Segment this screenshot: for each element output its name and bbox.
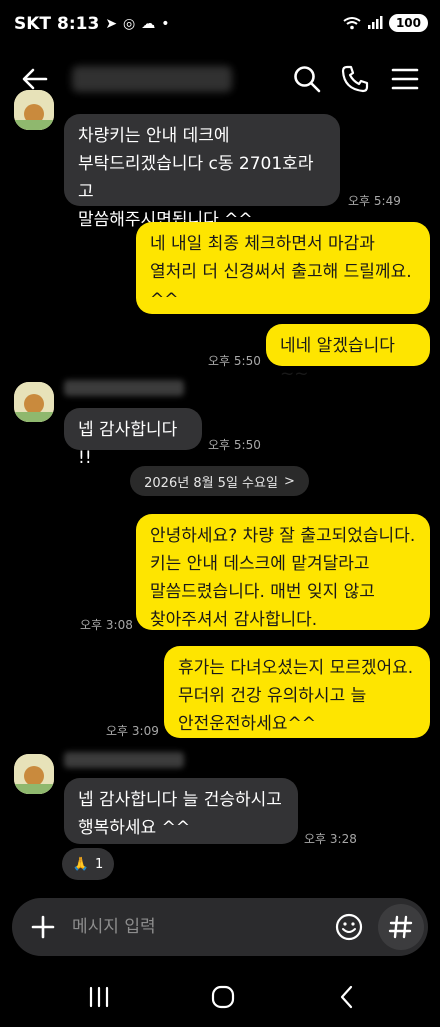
sender-name: ••••••••• (64, 752, 184, 768)
message-list[interactable]: 차량키는 안내 데크에 부탁드리겠습니다 c동 2701호라고 말씀해주시면됩니… (0, 90, 440, 890)
date-divider-label: 2026년 8월 5일 수요일 (144, 475, 278, 491)
message-time: 오후 3:08 (80, 618, 133, 632)
outgoing-message-bubble[interactable]: 네네 알겠습니다~~ (266, 324, 430, 384)
chat-title: ••••••••• (72, 66, 232, 92)
incoming-message-bubble[interactable]: 넵 감사합니다 !! (64, 408, 202, 468)
outgoing-message-bubble[interactable]: 네 내일 최종 체크하면서 마감과 열처리 더 신경써서 출고해 드릴께요. ^… (136, 222, 430, 314)
instagram-icon: ◎ (123, 16, 136, 32)
emoticon-icon[interactable] (334, 912, 364, 942)
system-nav-bar (0, 970, 440, 1027)
phone-icon[interactable] (340, 64, 370, 94)
hashtag-button[interactable] (378, 904, 424, 950)
avatar[interactable] (14, 754, 54, 794)
folded-hands-icon: 🙏 (72, 856, 89, 872)
wifi-icon (343, 17, 361, 30)
avatar-image (14, 382, 54, 422)
home-icon[interactable] (206, 982, 240, 1012)
back-icon[interactable] (330, 982, 364, 1012)
message-time: 오후 5:49 (348, 194, 401, 208)
status-right: 100 (343, 14, 428, 32)
recent-apps-icon[interactable] (82, 982, 116, 1012)
hamburger-menu-icon[interactable] (390, 64, 420, 94)
battery-indicator: 100 (388, 14, 428, 32)
carrier-label: SKT (14, 14, 52, 34)
message-time: 오후 3:28 (304, 832, 357, 846)
outgoing-message-bubble[interactable]: 휴가는 다녀오셨는지 모르겠어요. 무더위 건강 유의하시고 늘 안전운전하세요… (164, 646, 430, 738)
hashtag-icon (388, 915, 413, 939)
message-time: 오후 5:50 (208, 354, 261, 368)
plus-icon[interactable] (28, 912, 58, 942)
cloud-icon: ☁ (141, 16, 156, 32)
message-time: 오후 5:50 (208, 438, 261, 452)
sender-name: ••••••••• (64, 380, 184, 396)
message-input[interactable] (72, 912, 322, 942)
reaction-badge[interactable]: 🙏 1 (62, 848, 114, 880)
avatar[interactable] (14, 382, 54, 422)
incoming-message-bubble[interactable]: 넵 감사합니다 늘 건승하시고 행복하세요 ^^ (64, 778, 298, 844)
reaction-count: 1 (94, 856, 104, 872)
status-left: SKT 8:13 ➤ ◎ ☁ • (14, 14, 170, 34)
incoming-message-bubble[interactable]: 차량키는 안내 데크에 부탁드리겠습니다 c동 2701호라고 말씀해주시면됩니… (64, 114, 340, 230)
search-icon[interactable] (292, 64, 322, 94)
notification-dot-icon: • (161, 16, 170, 32)
message-time: 오후 3:09 (106, 724, 159, 738)
telegram-icon: ➤ (105, 16, 118, 32)
outgoing-message-bubble[interactable]: 안녕하세요? 차량 잘 출고되었습니다. 키는 안내 데스크에 맡겨달라고 말씀… (136, 514, 430, 630)
date-divider[interactable]: 2026년 8월 5일 수요일 > (130, 466, 309, 496)
chat-header: ••••••••• (0, 52, 440, 108)
avatar[interactable] (14, 90, 54, 130)
message-input-bar (12, 898, 428, 956)
clock: 8:13 (57, 14, 100, 34)
chevron-right-icon: > (283, 473, 295, 489)
avatar-image (14, 90, 54, 130)
avatar-image (14, 754, 54, 794)
status-bar: SKT 8:13 ➤ ◎ ☁ • 100 (0, 0, 440, 50)
signal-icon (367, 16, 383, 29)
